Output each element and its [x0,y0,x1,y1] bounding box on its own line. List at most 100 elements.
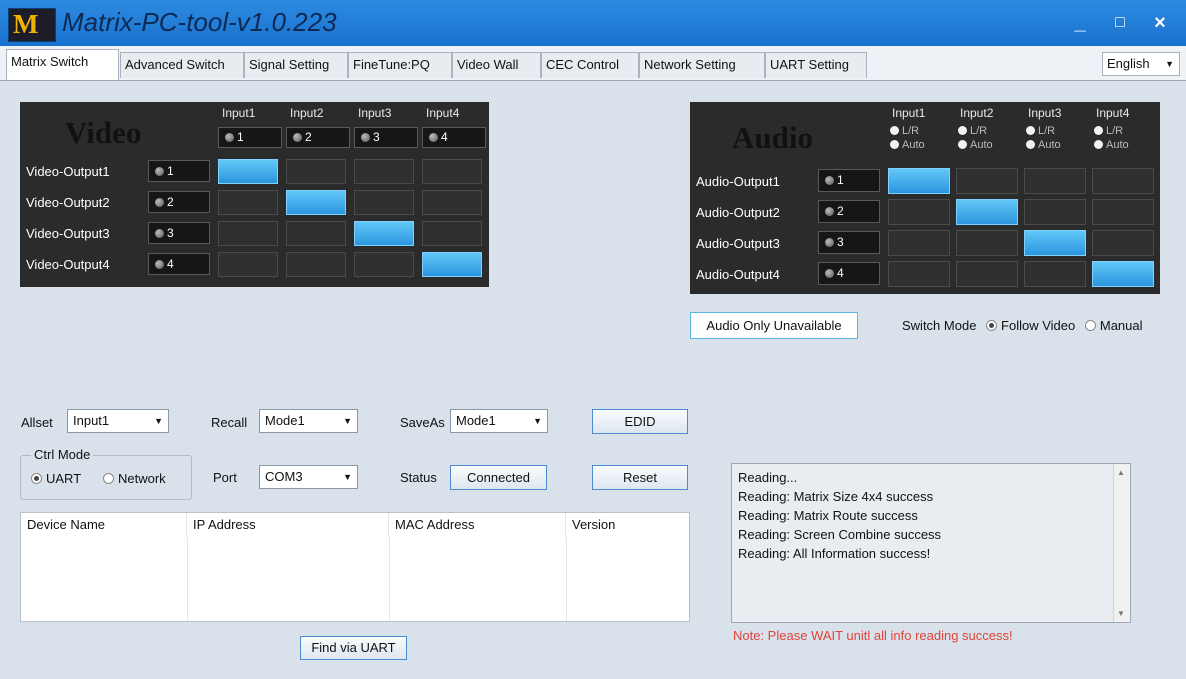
scroll-up-icon[interactable]: ▲ [1117,468,1125,477]
tab-finetune-pq[interactable]: FineTune:PQ [348,52,452,78]
column-header-ip-address[interactable]: IP Address [187,513,389,537]
route-cell[interactable] [1092,230,1154,256]
follow-video-radio[interactable]: Follow Video [986,318,1075,333]
auto-option[interactable]: Auto [890,139,925,151]
auto-option[interactable]: Auto [1094,139,1129,151]
allset-select[interactable]: Input1 ▼ [67,409,169,433]
auto-label: Auto [902,139,925,151]
video-output-button[interactable]: 4 [148,253,210,275]
route-cell[interactable] [354,252,414,277]
video-input-button[interactable]: 3 [354,127,418,148]
route-cell[interactable] [888,230,950,256]
find-via-uart-button[interactable]: Find via UART [300,636,407,660]
tab-network-setting[interactable]: Network Setting [639,52,765,78]
uart-radio[interactable]: UART [31,471,81,486]
auto-option[interactable]: Auto [958,139,993,151]
input-header: Input3 [358,106,392,120]
route-cell[interactable] [422,221,482,246]
column-header-version[interactable]: Version [566,513,689,537]
video-output-button[interactable]: 2 [148,191,210,213]
auto-option[interactable]: Auto [1026,139,1061,151]
route-cell[interactable] [956,230,1018,256]
edid-button[interactable]: EDID [592,409,688,434]
log-box[interactable]: Reading... Reading: Matrix Size 4x4 succ… [731,463,1131,623]
video-input-button[interactable]: 2 [286,127,350,148]
route-cell[interactable] [1024,168,1086,194]
audio-output-button[interactable]: 1 [818,169,880,192]
tab-cec-control[interactable]: CEC Control [541,52,639,78]
route-cell[interactable] [1024,199,1086,225]
tab-signal-setting[interactable]: Signal Setting [244,52,348,78]
manual-label: Manual [1099,318,1143,333]
lr-option[interactable]: L/R [1026,125,1055,137]
audio-only-field[interactable]: Audio Only Unavailable [690,312,858,339]
route-cell[interactable] [218,190,278,215]
tab-advanced-switch[interactable]: Advanced Switch [120,52,244,78]
route-cell[interactable] [354,159,414,184]
audio-output-button[interactable]: 2 [818,200,880,223]
route-cell[interactable] [956,168,1018,194]
route-cell[interactable] [888,261,950,287]
led-icon [825,176,834,185]
tab-video-wall[interactable]: Video Wall [452,52,541,78]
route-cell[interactable] [1024,230,1086,256]
video-input-num: 1 [237,130,244,144]
route-cell[interactable] [218,252,278,277]
manual-radio[interactable]: Manual [1084,318,1143,333]
route-cell[interactable] [422,159,482,184]
route-cell[interactable] [888,199,950,225]
audio-output-label: Audio-Output1 [696,174,780,189]
route-cell[interactable] [218,159,278,184]
scroll-down-icon[interactable]: ▼ [1117,609,1125,618]
route-cell[interactable] [422,190,482,215]
maximize-icon[interactable]: □ [1106,10,1134,36]
tab-uart-setting[interactable]: UART Setting [765,52,867,78]
input-header: Input2 [960,106,994,120]
language-select[interactable]: English ▼ [1102,52,1180,76]
log-scrollbar[interactable]: ▲ ▼ [1113,464,1130,622]
route-cell[interactable] [1092,199,1154,225]
port-select[interactable]: COM3 ▼ [259,465,358,489]
network-radio[interactable]: Network [103,471,166,486]
route-cell[interactable] [286,221,346,246]
route-cell[interactable] [1092,168,1154,194]
saveas-label: SaveAs [400,415,445,430]
video-output-button[interactable]: 3 [148,222,210,244]
chevron-down-icon: ▼ [1165,59,1174,69]
route-cell[interactable] [218,221,278,246]
route-cell[interactable] [956,199,1018,225]
minimize-icon[interactable]: _ [1066,10,1094,36]
route-cell[interactable] [956,261,1018,287]
route-cell[interactable] [422,252,482,277]
saveas-select[interactable]: Mode1 ▼ [450,409,548,433]
video-input-button[interactable]: 1 [218,127,282,148]
tab-matrix-switch[interactable]: Matrix Switch [6,49,119,80]
lr-option[interactable]: L/R [890,125,919,137]
reset-button[interactable]: Reset [592,465,688,490]
route-cell[interactable] [286,252,346,277]
route-cell[interactable] [888,168,950,194]
route-cell[interactable] [1092,261,1154,287]
ctrl-mode-group: Ctrl Mode UART Network [20,447,192,500]
recall-select[interactable]: Mode1 ▼ [259,409,358,433]
lr-option[interactable]: L/R [1094,125,1123,137]
switch-mode-group: Switch Mode Follow Video Manual [902,318,1143,333]
video-output-label: Video-Output1 [26,164,110,179]
close-icon[interactable]: × [1146,10,1174,36]
video-output-button[interactable]: 1 [148,160,210,182]
lr-option[interactable]: L/R [958,125,987,137]
column-header-device-name[interactable]: Device Name [21,513,187,537]
route-cell[interactable] [1024,261,1086,287]
video-input-button[interactable]: 4 [422,127,486,148]
route-cell[interactable] [354,190,414,215]
audio-output-button[interactable]: 4 [818,262,880,285]
route-cell[interactable] [286,190,346,215]
audio-output-button[interactable]: 3 [818,231,880,254]
ctrl-mode-label: Ctrl Mode [31,447,94,462]
route-cell[interactable] [286,159,346,184]
allset-label: Allset [21,415,53,430]
column-header-mac-address[interactable]: MAC Address [389,513,566,537]
log-line: Reading: Screen Combine success [738,527,942,542]
route-cell[interactable] [354,221,414,246]
radio-icon [103,473,114,484]
